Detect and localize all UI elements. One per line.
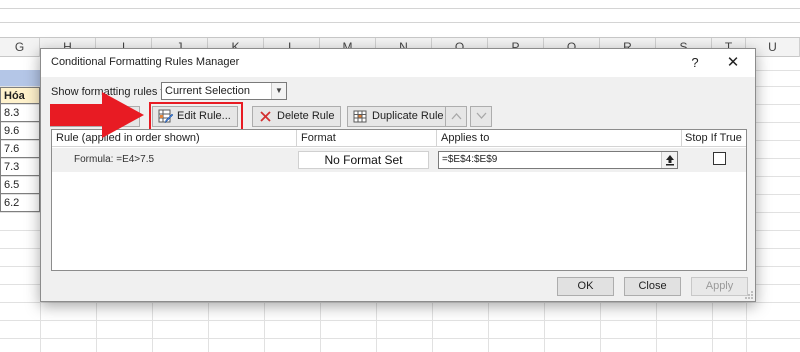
- duplicate-rule-button[interactable]: Duplicate Rule: [347, 106, 451, 127]
- cell[interactable]: 9.6: [0, 122, 40, 140]
- cell[interactable]: 6.2: [0, 194, 40, 212]
- cell[interactable]: 8.3: [0, 104, 40, 122]
- delete-rule-button[interactable]: Delete Rule: [252, 106, 342, 127]
- cell[interactable]: 7.6: [0, 140, 40, 158]
- show-rules-select[interactable]: Current Selection ▼: [161, 82, 287, 100]
- cell[interactable]: 6.5: [0, 176, 40, 194]
- delete-x-icon: [260, 111, 271, 122]
- header-band: [0, 70, 40, 86]
- duplicate-rule-label: Duplicate Rule: [372, 110, 444, 122]
- applies-to-value: =$E$4:$E$9: [442, 154, 498, 165]
- ribbon-area: [0, 0, 800, 37]
- chevron-down-icon[interactable]: ▼: [271, 83, 286, 99]
- help-button[interactable]: ?: [686, 54, 704, 72]
- red-arrow-icon: [50, 92, 144, 138]
- rule-description: Formula: =E4>7.5: [74, 154, 155, 165]
- ok-button[interactable]: OK: [557, 277, 614, 296]
- show-rules-value: Current Selection: [165, 85, 250, 97]
- cell[interactable]: 7.3: [0, 158, 40, 176]
- conditional-formatting-dialog: Conditional Formatting Rules Manager ? ✕…: [40, 48, 756, 302]
- dialog-title: Conditional Formatting Rules Manager: [51, 56, 240, 68]
- chevron-up-icon: [451, 113, 461, 120]
- column-stop-if-true: Stop If True: [685, 132, 742, 144]
- delete-rule-label: Delete Rule: [277, 110, 335, 122]
- rules-list: Rule (applied in order shown) Format App…: [51, 129, 747, 271]
- close-icon[interactable]: ✕: [724, 54, 742, 72]
- chevron-down-icon: [476, 112, 486, 119]
- resize-grip-icon[interactable]: [744, 290, 754, 300]
- rules-toolbar: Edit Rule... Delete Rule Duplicate Rule: [50, 102, 750, 131]
- close-button[interactable]: Close: [624, 277, 681, 296]
- rule-row[interactable]: Formula: =E4>7.5 No Format Set =$E$4:$E$…: [52, 148, 746, 172]
- duplicate-rule-icon: [353, 110, 367, 123]
- apply-button[interactable]: Apply: [691, 277, 748, 296]
- column-applies-to: Applies to: [441, 132, 490, 144]
- cell-header-hoa[interactable]: Hóa: [0, 87, 40, 104]
- move-down-button[interactable]: [470, 106, 492, 127]
- rules-list-header: Rule (applied in order shown) Format App…: [52, 130, 746, 147]
- highlight-box: [149, 102, 243, 131]
- collapse-dialog-icon[interactable]: [661, 152, 677, 168]
- stop-if-true-checkbox[interactable]: [713, 152, 726, 165]
- move-up-button[interactable]: [445, 106, 467, 127]
- format-preview: No Format Set: [298, 151, 429, 169]
- applies-to-field[interactable]: =$E$4:$E$9: [438, 151, 678, 169]
- column-format: Format: [301, 132, 336, 144]
- column-header[interactable]: G: [0, 38, 40, 57]
- dialog-titlebar[interactable]: Conditional Formatting Rules Manager ? ✕: [41, 49, 755, 77]
